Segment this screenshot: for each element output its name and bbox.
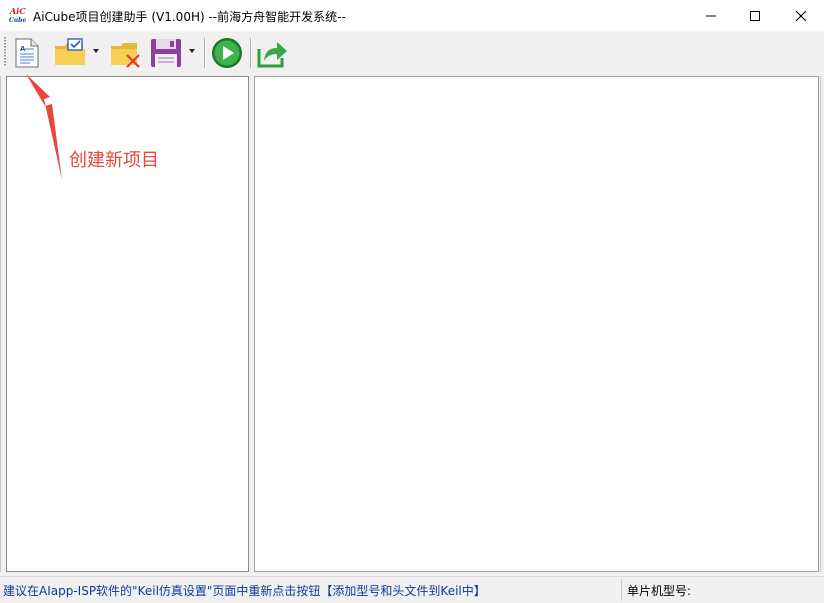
- status-message: 建议在AIapp-ISP软件的"Keil仿真设置"页面中重新点击按钮【添加型号和…: [3, 584, 486, 598]
- green-play-icon: [212, 38, 242, 68]
- maximize-button[interactable]: [732, 0, 778, 31]
- close-window-button[interactable]: [778, 0, 824, 31]
- app-window: AiC Cube AiCube项目创建助手 (V1.00H) --前海方舟智能开…: [0, 0, 824, 603]
- floppy-disk-icon: [151, 39, 181, 67]
- minimize-icon: [706, 15, 716, 17]
- toolbar: A: [0, 31, 824, 74]
- status-separator: [621, 579, 622, 601]
- svg-text:AiC: AiC: [9, 6, 26, 16]
- run-button[interactable]: [210, 37, 244, 69]
- save-project-button[interactable]: [149, 37, 183, 69]
- toolbar-separator: [250, 38, 252, 68]
- annotation-label: 创建新项目: [69, 150, 159, 171]
- svg-text:Cube: Cube: [9, 17, 26, 24]
- save-dropdown-arrow[interactable]: [189, 49, 195, 53]
- workspace-panel[interactable]: [254, 76, 819, 572]
- window-title: AiCube项目创建助手 (V1.00H) --前海方舟智能开发系统--: [33, 10, 346, 24]
- toolbar-grip[interactable]: [4, 37, 6, 67]
- export-button[interactable]: [256, 37, 290, 69]
- new-project-button[interactable]: A: [12, 37, 42, 69]
- share-arrow-icon: [257, 42, 287, 68]
- left-edge: [0, 76, 1, 572]
- minimize-button[interactable]: [688, 0, 734, 31]
- close-icon: [795, 10, 807, 22]
- folder-check-icon: [55, 38, 85, 65]
- folder-delete-icon: [111, 43, 140, 68]
- maximize-icon: [750, 11, 760, 21]
- mcu-model-label: 单片机型号:: [627, 584, 692, 598]
- right-edge: [820, 76, 821, 572]
- title-bar[interactable]: AiC Cube AiCube项目创建助手 (V1.00H) --前海方舟智能开…: [0, 0, 824, 31]
- new-document-icon: A: [15, 38, 39, 68]
- toolbar-separator: [204, 38, 206, 68]
- status-bar: 建议在AIapp-ISP软件的"Keil仿真设置"页面中重新点击按钮【添加型号和…: [0, 576, 824, 603]
- app-logo-icon: AiC Cube: [9, 6, 27, 24]
- open-dropdown-arrow[interactable]: [93, 49, 99, 53]
- close-project-button[interactable]: [109, 37, 143, 69]
- open-project-button[interactable]: [53, 37, 87, 69]
